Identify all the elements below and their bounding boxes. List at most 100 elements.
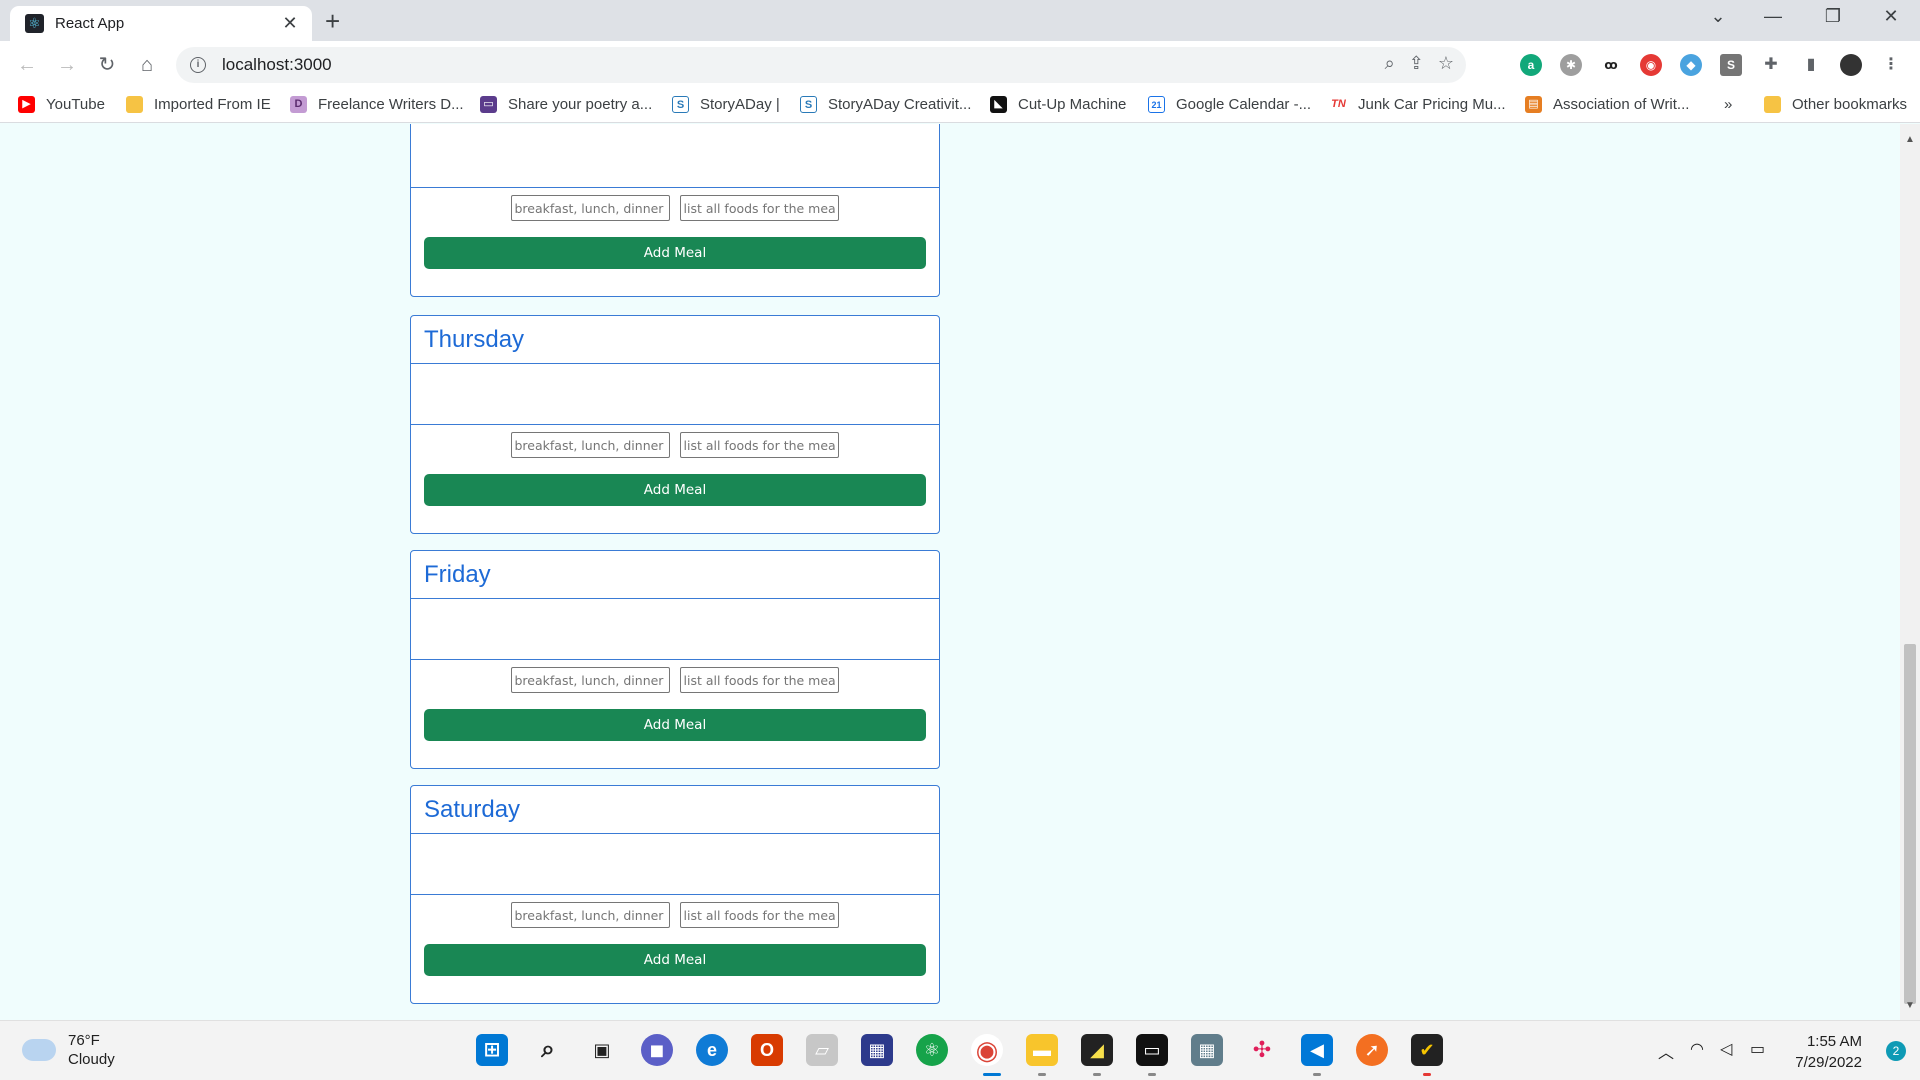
extensions-puzzle-icon[interactable]: ✚	[1760, 54, 1782, 76]
bookmark-storyaday-creativity[interactable]: S StoryADay Creativit...	[800, 96, 971, 113]
tab-search-icon[interactable]: ⌄	[1695, 6, 1741, 27]
bookmarks-bar: ▶ YouTube Imported From IE D Freelance Wri…	[0, 89, 1920, 123]
bookmark-label: Imported From IE	[154, 96, 271, 113]
day-card-wednesday: Add Meal	[410, 124, 940, 297]
whiteboard-icon[interactable]: ▱	[806, 1034, 838, 1066]
zoom-icon[interactable]: ⌕	[1385, 53, 1395, 74]
address-bar[interactable]: i localhost:3000 ⌕ ⇪ ☆	[176, 47, 1466, 83]
youtube-icon: ▶	[18, 96, 35, 113]
meals-list	[411, 364, 939, 425]
wifi-icon[interactable]: ◠	[1690, 1039, 1704, 1059]
foods-input[interactable]	[679, 432, 839, 458]
bookmark-junk-car-pricing[interactable]: TN Junk Car Pricing Mu...	[1330, 96, 1506, 113]
bookmarks-overflow-chevron[interactable]: »	[1724, 96, 1732, 113]
scroll-up-arrow-icon[interactable]: ▲	[1900, 134, 1920, 145]
close-tab-icon[interactable]: ✕	[280, 13, 300, 34]
sticky-notes-icon[interactable]: ◢	[1081, 1034, 1113, 1066]
add-meal-button[interactable]: Add Meal	[424, 709, 926, 741]
running-indicator	[1313, 1073, 1321, 1076]
start-windows-icon[interactable]: ⊞	[476, 1034, 508, 1066]
s-extension-icon[interactable]: S	[1720, 54, 1742, 76]
bookmark-freelance-writers[interactable]: D Freelance Writers D...	[290, 96, 464, 113]
share-icon[interactable]: ⇪	[1409, 53, 1424, 74]
restore-button[interactable]: ❐	[1810, 6, 1856, 27]
chrome-active-indicator	[983, 1073, 1001, 1076]
chrome-icon[interactable]: ◉	[971, 1034, 1003, 1066]
grammarly-extension-icon[interactable]: a	[1520, 54, 1542, 76]
menu-kebab-icon[interactable]: ⋮	[1880, 54, 1902, 76]
file-explorer-icon[interactable]: ▬	[1026, 1034, 1058, 1066]
bookmark-association-of-writers[interactable]: ▤ Association of Writ...	[1525, 96, 1689, 113]
bug-extension-icon[interactable]: ✱	[1560, 54, 1582, 76]
weather-widget[interactable]: 76°F Cloudy	[22, 1031, 115, 1069]
back-icon[interactable]: ←	[14, 52, 40, 78]
foods-input[interactable]	[679, 667, 839, 693]
bookmark-youtube[interactable]: ▶ YouTube	[18, 96, 105, 113]
foods-input[interactable]	[679, 902, 839, 928]
vault-icon[interactable]: ▦	[861, 1034, 893, 1066]
volume-icon[interactable]: ◁	[1720, 1039, 1732, 1059]
system-clock[interactable]: 1:55 AM 7/29/2022	[1795, 1031, 1862, 1073]
bookmark-other-bookmarks[interactable]: Other bookmarks	[1764, 96, 1907, 113]
profile-avatar[interactable]	[1840, 54, 1862, 76]
norton-icon[interactable]: ✔	[1411, 1034, 1443, 1066]
meal-type-input[interactable]	[510, 667, 670, 693]
bookmark-share-poetry[interactable]: ▭ Share your poetry a...	[480, 96, 652, 113]
owl-extension-icon[interactable]: ◉	[1640, 54, 1662, 76]
meal-type-input[interactable]	[510, 195, 670, 221]
foods-input[interactable]	[679, 195, 839, 221]
bookmark-cut-up-machine[interactable]: ◣ Cut-Up Machine	[990, 96, 1126, 113]
scroll-down-arrow-icon[interactable]: ▼	[1900, 1000, 1920, 1011]
meal-type-input[interactable]	[510, 432, 670, 458]
info-icon[interactable]: i	[190, 57, 206, 73]
atom-app-icon[interactable]: ⚛	[916, 1034, 948, 1066]
teams-chat-icon[interactable]: ◼	[641, 1034, 673, 1066]
new-tab-button[interactable]: +	[325, 8, 340, 34]
browser-toolbar: ← → ↻ ⌂ i localhost:3000 ⌕ ⇪ ☆ a ✱ ꝏ ◉ ◆…	[0, 41, 1920, 89]
diamond-extension-icon[interactable]: ◆	[1680, 54, 1702, 76]
minimize-button[interactable]: —	[1750, 6, 1796, 27]
calendar-icon: 21	[1148, 96, 1165, 113]
show-hidden-icons-chevron-icon[interactable]: ︿	[1658, 1039, 1674, 1063]
meals-list	[411, 124, 939, 188]
vscode-icon[interactable]: ◀	[1301, 1034, 1333, 1066]
tn-icon: TN	[1330, 96, 1347, 113]
folder-icon	[1764, 96, 1781, 113]
side-panel-icon[interactable]: ▮	[1800, 54, 1822, 76]
postman-icon[interactable]: ➚	[1356, 1034, 1388, 1066]
reload-icon[interactable]: ↻	[94, 52, 120, 78]
edge-icon[interactable]: e	[696, 1034, 728, 1066]
meal-type-input[interactable]	[510, 902, 670, 928]
home-icon[interactable]: ⌂	[134, 52, 160, 78]
glasses-extension-icon[interactable]: ꝏ	[1600, 54, 1622, 76]
d-icon: D	[290, 96, 307, 113]
add-meal-button[interactable]: Add Meal	[424, 474, 926, 506]
clock-date: 7/29/2022	[1795, 1054, 1862, 1071]
running-indicator	[1423, 1073, 1431, 1076]
awp-icon: ▤	[1525, 96, 1542, 113]
battery-icon[interactable]: ▭	[1750, 1039, 1765, 1059]
add-meal-button[interactable]: Add Meal	[424, 237, 926, 269]
notification-badge[interactable]: 2	[1886, 1041, 1906, 1061]
task-view-icon[interactable]: ▣	[586, 1034, 618, 1066]
calculator-icon[interactable]: ▦	[1191, 1034, 1223, 1066]
office-icon[interactable]: O	[751, 1034, 783, 1066]
close-window-button[interactable]: ✕	[1868, 6, 1914, 27]
day-card-header: Friday	[411, 551, 939, 599]
add-meal-form: Add Meal	[411, 425, 939, 533]
search-icon[interactable]: ⌕	[532, 1034, 564, 1066]
page-scrollbar[interactable]: ▲ ▼	[1900, 124, 1920, 1020]
forward-icon[interactable]: →	[54, 52, 80, 78]
day-title: Saturday	[424, 795, 521, 823]
bookmark-imported-from-ie[interactable]: Imported From IE	[126, 96, 271, 113]
bookmark-google-calendar[interactable]: 21 Google Calendar -...	[1148, 96, 1311, 113]
terminal-icon[interactable]: ▭	[1136, 1034, 1168, 1066]
bookmark-star-icon[interactable]: ☆	[1438, 53, 1454, 74]
scrollbar-thumb[interactable]	[1904, 644, 1916, 1004]
add-meal-button[interactable]: Add Meal	[424, 944, 926, 976]
slack-icon[interactable]: ✣	[1246, 1034, 1278, 1066]
bookmark-label: StoryADay Creativit...	[828, 96, 972, 113]
bookmark-storyaday[interactable]: S StoryADay |	[672, 96, 780, 113]
bookmark-label: Junk Car Pricing Mu...	[1358, 96, 1506, 113]
tab-react-app[interactable]: ⚛ React App ✕	[10, 6, 312, 41]
